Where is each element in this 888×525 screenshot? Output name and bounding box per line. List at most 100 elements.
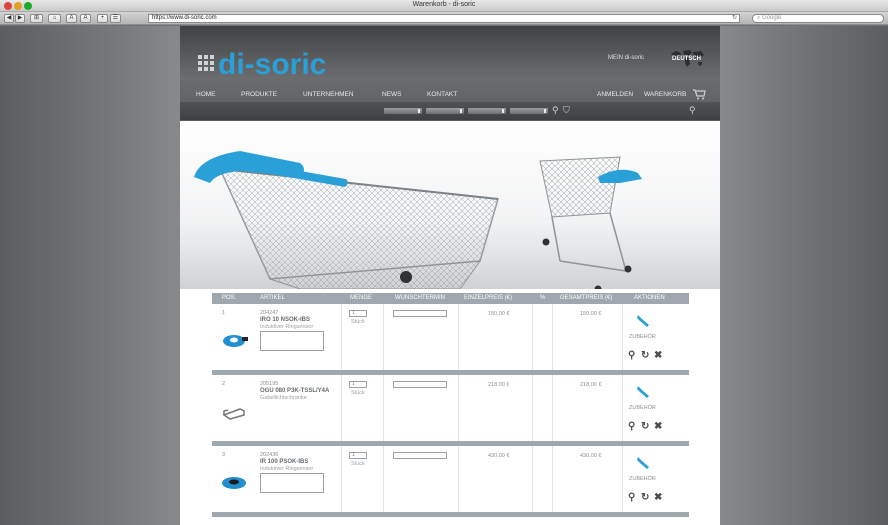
- quantity-unit: Stück: [351, 390, 365, 396]
- filter-select-3[interactable]: [468, 108, 506, 114]
- page-viewport: di-soric MEIN di-soric DEUTSCH HOME PROD…: [0, 26, 888, 525]
- window-title: Warenkorb - di-soric: [412, 1, 476, 8]
- wrench-icon[interactable]: [636, 385, 652, 399]
- text-bigger-button[interactable]: A: [80, 14, 91, 23]
- wish-date-input[interactable]: [393, 452, 447, 459]
- col-wunschtermin: WUNSCHTERMIN: [395, 295, 445, 301]
- quantity-unit: Stück: [351, 319, 365, 325]
- col-gesamtpreis: GESAMTPREIS (€): [560, 295, 613, 301]
- article-notes-textarea[interactable]: [260, 331, 324, 351]
- accessory-link[interactable]: ZUBEHÖR: [629, 334, 656, 340]
- article-notes-textarea[interactable]: [260, 473, 324, 493]
- site-container: di-soric MEIN di-soric DEUTSCH HOME PROD…: [180, 26, 720, 525]
- main-nav: HOME PRODUKTE UNTERNEHMEN NEWS KONTAKT A…: [180, 88, 720, 102]
- total-price: 218,00 €: [580, 382, 602, 388]
- quantity-input[interactable]: 1: [349, 381, 367, 388]
- wrench-icon[interactable]: [636, 456, 652, 470]
- article-name[interactable]: IRO 10 NSOK-IBS: [260, 317, 310, 323]
- cart-table: POS. ARTIKEL MENGE WUNSCHTERMIN EINZELPR…: [212, 293, 689, 517]
- quantity-unit: Stück: [351, 461, 365, 467]
- site-search-icon[interactable]: ⚲: [689, 105, 696, 116]
- row-pos: 2: [222, 381, 226, 387]
- bookmarks-button[interactable]: ☰: [110, 14, 121, 23]
- accessory-link[interactable]: ZUBEHÖR: [629, 405, 656, 411]
- delete-icon[interactable]: ✖: [654, 492, 662, 503]
- article-description: Induktiver Ringsensor: [260, 324, 314, 330]
- print-button[interactable]: ⊞: [30, 14, 43, 23]
- col-rabatt: %: [540, 295, 546, 301]
- filter-select-2[interactable]: [426, 108, 464, 114]
- delete-icon[interactable]: ✖: [654, 350, 662, 361]
- quantity-input[interactable]: 1: [349, 452, 367, 459]
- reload-icon[interactable]: ↻: [732, 15, 737, 22]
- magnifier-icon[interactable]: ⚲: [628, 492, 635, 503]
- nav-kontakt[interactable]: KONTAKT: [427, 91, 457, 98]
- back-button[interactable]: ◀: [4, 14, 14, 23]
- table-row: 1 204247 IRO 10 NSOK-IBS Induktiver Ring…: [212, 304, 689, 375]
- filter-search-icon[interactable]: ⚲: [552, 105, 559, 116]
- wish-date-input[interactable]: [393, 381, 447, 388]
- article-name[interactable]: IR 100 PSOK-IBS: [260, 459, 308, 465]
- refresh-icon[interactable]: ↻: [641, 350, 649, 361]
- article-description: Induktiver Ringsensor: [260, 466, 314, 472]
- logo-grid-icon: [198, 55, 214, 71]
- forward-button[interactable]: ▶: [15, 14, 25, 23]
- article-number: 202436: [260, 452, 279, 458]
- cart-icon[interactable]: [692, 88, 706, 100]
- accessory-link[interactable]: ZUBEHÖR: [629, 476, 656, 482]
- address-bar[interactable]: https://www.di-soric.com ↻: [148, 14, 740, 23]
- ring-sensor-image: [223, 335, 248, 347]
- total-price: 430,00 €: [580, 453, 602, 459]
- article-number: 204247: [260, 310, 279, 316]
- url-text: https://www.di-soric.com: [152, 15, 217, 21]
- browser-search-input[interactable]: ⌕ Google: [752, 14, 884, 23]
- magnifier-icon[interactable]: ⚲: [628, 421, 635, 432]
- article-name[interactable]: OGU 080 P3K-TSSL/Y4A: [260, 388, 329, 394]
- total-price: 150,00 €: [580, 311, 602, 317]
- site-header: di-soric MEIN di-soric DEUTSCH HOME PROD…: [180, 26, 720, 121]
- unit-price: 218,00 €: [488, 382, 510, 388]
- text-smaller-button[interactable]: A: [66, 14, 77, 23]
- nav-news[interactable]: NEWS: [382, 91, 402, 98]
- table-row: 3 202436 IR 100 PSOK-IBS Induktiver Ring…: [212, 446, 689, 517]
- cart-content: POS. ARTIKEL MENGE WUNSCHTERMIN EINZELPR…: [180, 289, 720, 525]
- browser-toolbar: ◀ ▶ ⊞ ⌂ A A + ☰ https://www.di-soric.com…: [0, 12, 888, 25]
- unit-price: 430,00 €: [488, 453, 510, 459]
- refresh-icon[interactable]: ↻: [641, 492, 649, 503]
- article-description: Gabellichtschranke: [260, 395, 307, 401]
- nav-home[interactable]: HOME: [196, 91, 216, 98]
- col-pos: POS.: [222, 295, 237, 301]
- filter-select-4[interactable]: [510, 108, 548, 114]
- quantity-input[interactable]: 1: [349, 310, 367, 317]
- col-einzelpreis: EINZELPREIS (€): [464, 295, 513, 301]
- cart-table-header: POS. ARTIKEL MENGE WUNSCHTERMIN EINZELPR…: [212, 293, 689, 304]
- filter-cart-icon[interactable]: ⛉: [563, 105, 570, 116]
- col-artikel: ARTIKEL: [260, 295, 285, 301]
- shopping-cart-image: [194, 151, 642, 293]
- filter-select-1[interactable]: [384, 108, 422, 114]
- wrench-icon[interactable]: [636, 314, 652, 328]
- brand-logo[interactable]: di-soric: [218, 48, 326, 82]
- home-button[interactable]: ⌂: [48, 14, 61, 23]
- delete-icon[interactable]: ✖: [654, 421, 662, 432]
- nav-unternehmen[interactable]: UNTERNEHMEN: [303, 91, 354, 98]
- col-aktionen: AKTIONEN: [634, 295, 665, 301]
- hero-banner: [180, 121, 720, 293]
- language-switch[interactable]: DEUTSCH: [672, 56, 701, 62]
- article-number: 205195: [260, 381, 279, 387]
- add-bookmark-button[interactable]: +: [97, 14, 108, 23]
- nav-produkte[interactable]: PRODUKTE: [241, 91, 277, 98]
- row-pos: 1: [222, 310, 226, 316]
- table-row: 2 205195 OGU 080 P3K-TSSL/Y4A Gabellicht…: [212, 375, 689, 446]
- nav-anmelden[interactable]: ANMELDEN: [597, 91, 633, 98]
- search-placeholder: Google: [762, 15, 782, 21]
- mein-link[interactable]: MEIN di-soric: [608, 55, 644, 61]
- fork-light-barrier-image: [222, 408, 245, 420]
- refresh-icon[interactable]: ↻: [641, 421, 649, 432]
- magnifier-icon[interactable]: ⚲: [628, 350, 635, 361]
- wish-date-input[interactable]: [393, 310, 447, 317]
- unit-price: 150,00 €: [488, 311, 510, 317]
- nav-warenkorb[interactable]: WARENKORB: [644, 91, 686, 98]
- col-menge: MENGE: [350, 295, 373, 301]
- product-filter-bar: ⚲ ⛉ ⚲: [180, 102, 720, 120]
